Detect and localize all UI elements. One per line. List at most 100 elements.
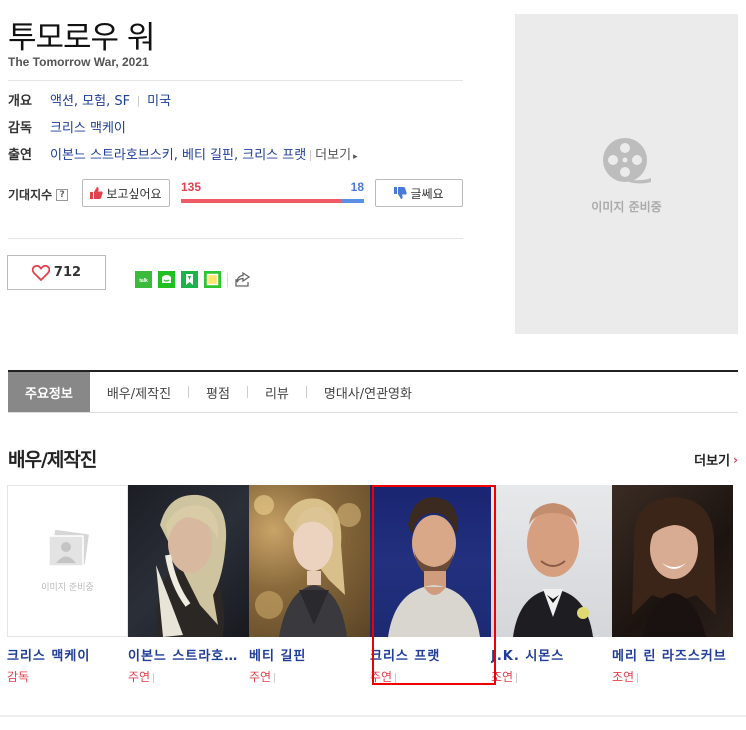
cast-item[interactable]: 크리스 프랫 주연 [370,485,491,685]
help-icon[interactable]: ? [56,188,69,201]
expectation-label-wrap: 기대지수 ? [8,186,69,203]
actor-portrait [388,497,480,637]
divider [8,238,463,239]
overview-label: 개요 [8,94,32,109]
cast-item[interactable]: 메리 린 라즈스커브 조연 [612,485,733,685]
cast-item[interactable]: 이미지 준비중 크리스 맥케이 감독 [7,485,128,685]
cast-item[interactable]: 이본느 스트라호브스키 주연 [128,485,249,685]
country-link[interactable]: 미국 [147,94,171,109]
poster-placeholder-text: 이미지 준비중 [591,199,662,214]
cast-name[interactable]: 크리스 프랫 [370,645,491,664]
cast-photo [128,485,249,637]
heart-icon [31,264,50,281]
no-bar-fill [342,199,364,203]
actor-portrait [254,495,361,637]
movie-title: 투모로우 워 [8,20,155,56]
like-count: 712 [53,265,82,280]
cast-role-label: 주연 [128,670,151,684]
separator [637,672,639,683]
cast-photo-placeholder: 이미지 준비중 [7,485,128,637]
cast-item[interactable]: 베티 길핀 주연 [249,485,370,685]
separator [310,150,312,161]
director-link[interactable]: 크리스 맥케이 [50,121,126,136]
cast-row: 출연 이본느 스트라호브스키, 베티 길핀, 크리스 프랫 더보기 ▸ [8,144,358,163]
section-title: 배우/제작진 [8,449,97,471]
cast-role: 조연 [491,668,612,685]
actor-portrait [513,503,593,637]
like-button[interactable]: 712 [7,255,106,290]
divider [8,80,463,81]
thumbs-up-icon [90,187,104,199]
actor-portrait [632,497,716,637]
section-more-label: 더보기 [694,454,731,469]
ratio-bar [181,199,364,203]
cast-role-label: 주연 [249,670,272,684]
want-to-see-button[interactable]: 보고싶어요 [82,179,170,207]
want-count: 135 [181,180,202,194]
cast-photo [491,485,612,637]
cast-name[interactable]: J.K. 시몬스 [491,645,612,664]
share-bar: talk [135,271,251,288]
section-more-link[interactable]: 더보기 › [694,450,738,470]
cast-role-label: 조연 [612,670,635,684]
cast-name[interactable]: 메리 린 라즈스커브 [612,645,733,664]
cast-role-label: 조연 [491,670,514,684]
cast-role: 감독 [7,668,128,685]
cast-list: 이미지 준비중 크리스 맥케이 감독 이본느 스트라호브스키 주연 [7,485,733,685]
separator [516,672,518,683]
cast-role: 주연 [128,668,249,685]
cast-photo [612,485,733,637]
director-row: 감독 크리스 맥케이 [8,117,126,136]
cast-role-label: 감독 [7,670,30,684]
tab-main-info[interactable]: 주요정보 [8,372,90,412]
poster-placeholder: 이미지 준비중 [515,14,738,334]
cast-role: 주연 [249,668,370,685]
overview-row: 개요 액션, 모험, SF 미국 [8,90,171,109]
cast-role: 조연 [612,668,733,685]
cast-role-label: 주연 [370,670,393,684]
cast-name[interactable]: 베티 길핀 [249,645,370,664]
separator [227,272,228,287]
not-sure-button[interactable]: 글쎄요 [375,179,463,207]
cast-photo [370,485,491,637]
divider [0,715,746,717]
director-label: 감독 [8,121,32,136]
no-label: 글쎄요 [410,186,444,201]
tab-bar: 주요정보 배우/제작진 평점 리뷰 명대사/연관영화 [8,370,738,413]
separator [274,672,276,683]
separator [138,96,140,107]
film-reel-icon [602,137,651,183]
tab-review[interactable]: 리뷰 [248,372,306,412]
actor-portrait [156,494,227,637]
expectation-bar: 135 18 [181,180,364,206]
person-placeholder-icon [47,529,89,567]
kakaotalk-share-icon[interactable]: talk [135,271,152,288]
tab-rating[interactable]: 평점 [189,372,247,412]
genres-link[interactable]: 액션, 모험, SF [50,94,130,109]
band-share-icon[interactable] [158,271,175,288]
cast-more-link[interactable]: 더보기 [315,148,351,163]
separator [395,672,397,683]
cast-item[interactable]: J.K. 시몬스 조연 [491,485,612,685]
chevron-right-icon: ▸ [353,152,358,162]
separator [153,672,155,683]
chevron-right-icon: › [733,452,738,467]
tab-quotes-related[interactable]: 명대사/연관영화 [307,372,429,412]
expectation-label: 기대지수 [8,188,53,202]
tab-cast-crew[interactable]: 배우/제작진 [90,372,188,412]
cast-role: 주연 [370,668,491,685]
cast-placeholder-text: 이미지 준비중 [41,582,94,593]
cast-list-link[interactable]: 이본느 스트라호브스키, 베티 길핀, 크리스 프랫 [50,148,306,163]
cast-name[interactable]: 이본느 스트라호브스키 [128,645,249,664]
want-label: 보고싶어요 [106,186,162,201]
memo-share-icon[interactable] [204,271,221,288]
cast-photo [249,485,370,637]
bookmark-share-icon[interactable] [181,271,198,288]
cast-label: 출연 [8,148,32,163]
svg-text:talk: talk [139,278,148,284]
thumbs-down-icon [394,187,408,199]
no-count: 18 [350,180,364,194]
share-icon[interactable] [234,271,251,288]
want-bar-fill [181,199,343,203]
cast-name[interactable]: 크리스 맥케이 [7,645,128,664]
